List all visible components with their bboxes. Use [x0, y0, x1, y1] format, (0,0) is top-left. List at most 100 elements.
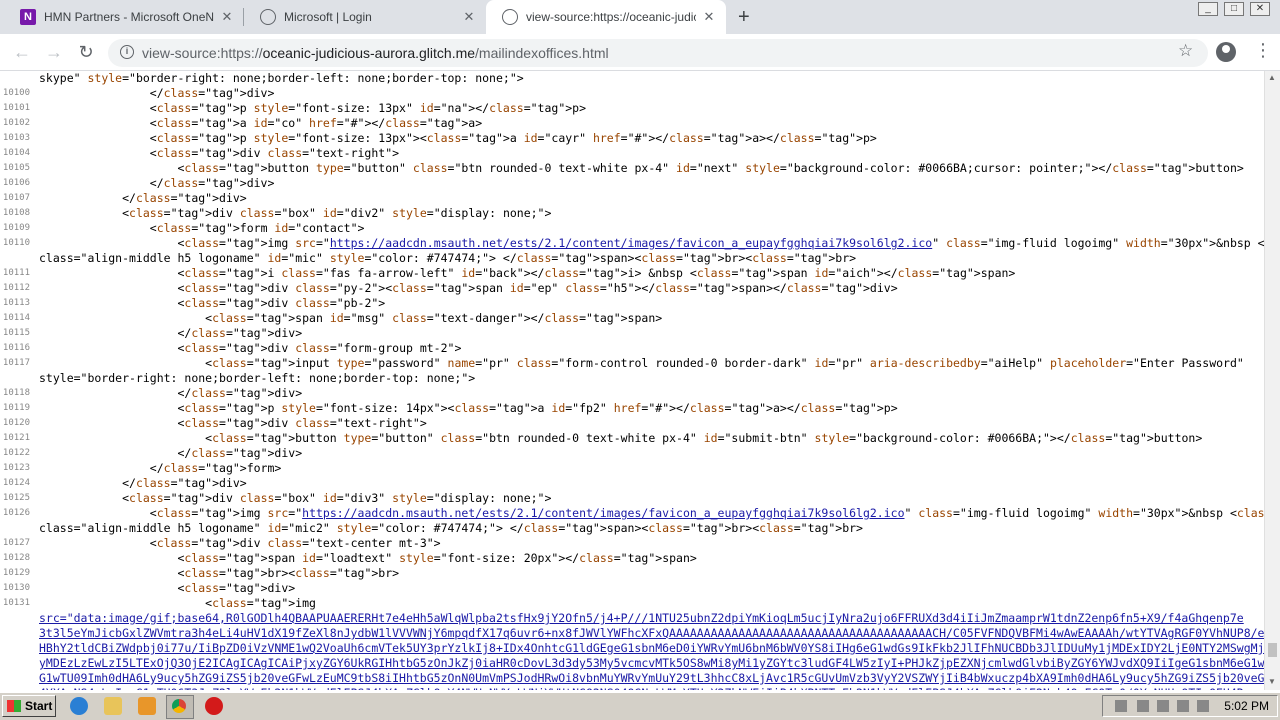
- source-line: 10124 </class="tag">div>: [0, 476, 1264, 491]
- source-code: <class="tag">div class="text-right">: [39, 416, 427, 430]
- source-line: skype" style="border-right: none;border-…: [0, 71, 1264, 86]
- source-line: 10114 <class="tag">span id="msg" class="…: [0, 311, 1264, 326]
- scroll-down-icon[interactable]: ▼: [1268, 677, 1276, 686]
- source-code: <class="tag">p style="font-size: 13px"><…: [39, 131, 877, 145]
- source-line: 10110 <class="tag">img src="https://aadc…: [0, 236, 1264, 251]
- source-line: 10117 <class="tag">input type="password"…: [0, 356, 1264, 371]
- tab-title: Microsoft | Login: [284, 10, 372, 24]
- source-line: 10123 </class="tag">form>: [0, 461, 1264, 476]
- new-tab-button[interactable]: +: [738, 7, 750, 27]
- source-line: class="align-middle h5 logoname" id="mic…: [0, 521, 1264, 536]
- close-icon[interactable]: ✕: [462, 10, 476, 24]
- source-line: 10128 <class="tag">span id="loadtext" st…: [0, 551, 1264, 566]
- source-code: <class="tag">span id="loadtext" style="f…: [39, 551, 697, 565]
- source-code: <class="tag">div class="pb-2">: [39, 296, 386, 310]
- url-prefix: view-source:https://: [142, 45, 263, 61]
- line-number: 10121: [2, 433, 30, 443]
- source-code: <class="tag">a id="co" href="#"></class=…: [39, 116, 483, 130]
- line-number: 10120: [2, 418, 30, 428]
- line-number: 10102: [2, 118, 30, 128]
- source-code: <class="tag">div class="text-right">: [39, 146, 400, 160]
- source-code: <class="tag">div class="box" id="div2" s…: [39, 206, 552, 220]
- account-icon[interactable]: [1216, 42, 1236, 62]
- stop-icon[interactable]: [205, 697, 223, 715]
- back-button[interactable]: ←: [12, 42, 32, 62]
- source-line: 10107 </class="tag">div>: [0, 191, 1264, 206]
- vertical-scrollbar[interactable]: ▲ ▼: [1264, 71, 1280, 690]
- maximize-button[interactable]: □: [1224, 2, 1244, 16]
- source-line: 10131 <class="tag">img: [0, 596, 1264, 611]
- source-code: <class="tag">img src="https://aadcdn.msa…: [39, 506, 1264, 520]
- address-bar[interactable]: i view-source:https://oceanic-judicious-…: [108, 39, 1208, 67]
- start-button[interactable]: Start: [2, 695, 56, 717]
- line-number: 10130: [2, 583, 30, 593]
- line-number: 10122: [2, 448, 30, 458]
- source-line: 4YXAvNS4wLyIgeG1wTU06T3JpZ2luYWxEb2N1bWV…: [0, 686, 1264, 690]
- source-line: 10102 <class="tag">a id="co" href="#"></…: [0, 116, 1264, 131]
- source-code: </class="tag">div>: [39, 446, 303, 460]
- source-code: 4YXAvNS4wLyIgeG1wTU06T3JpZ2luYWxEb2N1bWV…: [39, 686, 1244, 690]
- info-icon[interactable]: i: [120, 45, 134, 59]
- ie-icon[interactable]: [70, 697, 88, 715]
- source-line: 10116 <class="tag">div class="form-group…: [0, 341, 1264, 356]
- source-code: </class="tag">form>: [39, 461, 282, 475]
- url-text[interactable]: view-source:https://oceanic-judicious-au…: [142, 45, 609, 61]
- tray-icon[interactable]: [1177, 700, 1189, 712]
- menu-icon[interactable]: ⋮: [1254, 40, 1272, 60]
- close-icon[interactable]: ✕: [702, 10, 716, 24]
- line-number: 10124: [2, 478, 30, 488]
- source-code: <class="tag">br><class="tag">br>: [39, 566, 400, 580]
- source-line: style="border-right: none;border-left: n…: [0, 371, 1264, 386]
- windows-logo-icon: [7, 700, 21, 712]
- clock: 5:02 PM: [1224, 699, 1269, 713]
- source-code: src="data:image/gif;base64,R0lGODlh4QBAA…: [39, 611, 1244, 625]
- line-number: 10110: [2, 238, 30, 248]
- media-player-icon[interactable]: [138, 697, 156, 715]
- source-line: 10125 <class="tag">div class="box" id="d…: [0, 491, 1264, 506]
- line-number: 10119: [2, 403, 30, 413]
- source-line: 10129 <class="tag">br><class="tag">br>: [0, 566, 1264, 581]
- tray-icon[interactable]: [1157, 700, 1169, 712]
- line-number: 10116: [2, 343, 30, 353]
- source-code: <class="tag">input type="password" name=…: [39, 356, 1244, 370]
- line-number: 10105: [2, 163, 30, 173]
- bookmark-star-icon[interactable]: ☆: [1178, 41, 1193, 61]
- tray-icon[interactable]: [1115, 700, 1127, 712]
- source-line: class="align-middle h5 logoname" id="mic…: [0, 251, 1264, 266]
- tab-view-source[interactable]: view-source:https://oceanic-judicious ✕: [486, 0, 726, 34]
- scrollbar-thumb[interactable]: [1268, 643, 1277, 657]
- chrome-icon[interactable]: [166, 695, 194, 719]
- line-number: 10131: [2, 598, 30, 608]
- tray-icon[interactable]: [1137, 700, 1149, 712]
- reload-button[interactable]: ↻: [76, 42, 96, 62]
- line-number: 10107: [2, 193, 30, 203]
- tab-microsoft-login[interactable]: Microsoft | Login ✕: [244, 0, 486, 34]
- source-line: 10127 <class="tag">div class="text-cente…: [0, 536, 1264, 551]
- source-line: 10113 <class="tag">div class="pb-2">: [0, 296, 1264, 311]
- folder-icon[interactable]: [104, 697, 122, 715]
- source-line: 10118 </class="tag">div>: [0, 386, 1264, 401]
- scroll-up-icon[interactable]: ▲: [1268, 73, 1276, 82]
- tab-title: view-source:https://oceanic-judicious: [526, 10, 696, 24]
- forward-button[interactable]: →: [44, 42, 64, 62]
- source-code: </class="tag">div>: [39, 476, 247, 490]
- tab-onenote[interactable]: N HMN Partners - Microsoft OneNote C ✕: [4, 0, 244, 34]
- source-code: class="align-middle h5 logoname" id="mic…: [39, 521, 863, 535]
- source-line: G1wTU09Imh0dHA6Ly9ucy5hZG9iZS5jb20veGFwL…: [0, 671, 1264, 686]
- line-number: 10125: [2, 493, 30, 503]
- source-code: class="align-middle h5 logoname" id="mic…: [39, 251, 857, 265]
- source-code: <class="tag">div class="py-2"><class="ta…: [39, 281, 898, 295]
- close-window-button[interactable]: ✕: [1250, 2, 1270, 16]
- source-line: 10104 <class="tag">div class="text-right…: [0, 146, 1264, 161]
- window-controls: _ □ ✕: [1198, 2, 1270, 16]
- source-line: 10105 <class="tag">button type="button" …: [0, 161, 1264, 176]
- line-number: 10113: [2, 298, 30, 308]
- tab-strip: N HMN Partners - Microsoft OneNote C ✕ M…: [0, 0, 1280, 34]
- minimize-button[interactable]: _: [1198, 2, 1218, 16]
- close-icon[interactable]: ✕: [220, 10, 234, 24]
- source-code: yMDEzLzEwLzI5LTExOjQ3OjE2ICAgICAgICAiPjx…: [39, 656, 1264, 670]
- tray-icon[interactable]: [1197, 700, 1209, 712]
- line-number: 10111: [2, 268, 30, 278]
- system-tray: 5:02 PM: [1102, 695, 1278, 717]
- line-number: 10127: [2, 538, 30, 548]
